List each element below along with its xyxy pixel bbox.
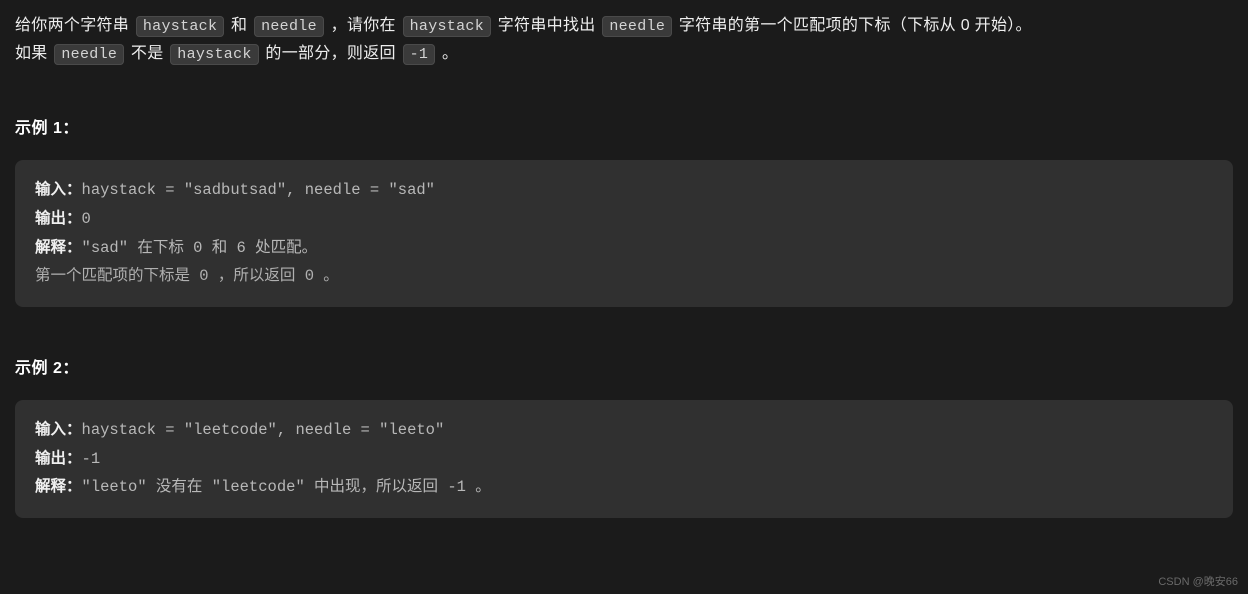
inline-code-haystack: haystack	[136, 16, 224, 37]
example-2: 示例 2： 输入：haystack = "leetcode", needle =…	[15, 355, 1233, 518]
inline-code-needle: needle	[54, 44, 124, 65]
problem-description: 给你两个字符串 haystack 和 needle ，请你在 haystack …	[15, 12, 1233, 67]
text-part: 。	[437, 45, 458, 62]
text-part: 和	[226, 17, 252, 34]
inline-code-haystack: haystack	[170, 44, 258, 65]
text-part: 的一部分，则返回	[261, 45, 401, 62]
example-input-line: 输入：haystack = "leetcode", needle = "leet…	[35, 416, 1213, 445]
example-input-line: 输入：haystack = "sadbutsad", needle = "sad…	[35, 176, 1213, 205]
input-label: 输入：	[35, 421, 82, 439]
text-part: 如果	[15, 45, 52, 62]
input-label: 输入：	[35, 181, 82, 199]
example-explain-line-2: 第一个匹配项的下标是 0 ，所以返回 0 。	[35, 262, 1213, 291]
watermark: CSDN @晚安66	[1158, 573, 1238, 592]
input-value: haystack = "sadbutsad", needle = "sad"	[82, 181, 435, 199]
example-heading: 示例 1：	[15, 115, 1233, 142]
explain-value: "sad" 在下标 0 和 6 处匹配。	[82, 239, 318, 257]
inline-code-haystack: haystack	[403, 16, 491, 37]
description-line-1: 给你两个字符串 haystack 和 needle ，请你在 haystack …	[15, 12, 1233, 40]
inline-code-needle: needle	[602, 16, 672, 37]
example-explain-line: 解释："sad" 在下标 0 和 6 处匹配。	[35, 234, 1213, 263]
explain-label: 解释：	[35, 239, 82, 257]
output-label: 输出：	[35, 450, 82, 468]
text-part: ，请你在	[326, 17, 401, 34]
example-heading: 示例 2：	[15, 355, 1233, 382]
example-output-line: 输出：-1	[35, 445, 1213, 474]
inline-code-needle: needle	[254, 16, 324, 37]
example-1: 示例 1： 输入：haystack = "sadbutsad", needle …	[15, 115, 1233, 307]
example-output-line: 输出：0	[35, 205, 1213, 234]
text-part: 字符串的第一个匹配项的下标（下标从 0 开始）。	[674, 17, 1032, 34]
example-explain-line: 解释："leeto" 没有在 "leetcode" 中出现，所以返回 -1 。	[35, 473, 1213, 502]
inline-code-neg1: -1	[403, 44, 436, 65]
text-part: 字符串中找出	[493, 17, 600, 34]
example-code-block: 输入：haystack = "leetcode", needle = "leet…	[15, 400, 1233, 518]
output-value: 0	[82, 210, 91, 228]
output-value: -1	[82, 450, 101, 468]
explain-value: "leeto" 没有在 "leetcode" 中出现，所以返回 -1 。	[82, 478, 491, 496]
description-line-2: 如果 needle 不是 haystack 的一部分，则返回 -1 。	[15, 40, 1233, 68]
output-label: 输出：	[35, 210, 82, 228]
example-code-block: 输入：haystack = "sadbutsad", needle = "sad…	[15, 160, 1233, 307]
explain-label: 解释：	[35, 478, 82, 496]
text-part: 给你两个字符串	[15, 17, 134, 34]
input-value: haystack = "leetcode", needle = "leeto"	[82, 421, 445, 439]
text-part: 不是	[126, 45, 168, 62]
